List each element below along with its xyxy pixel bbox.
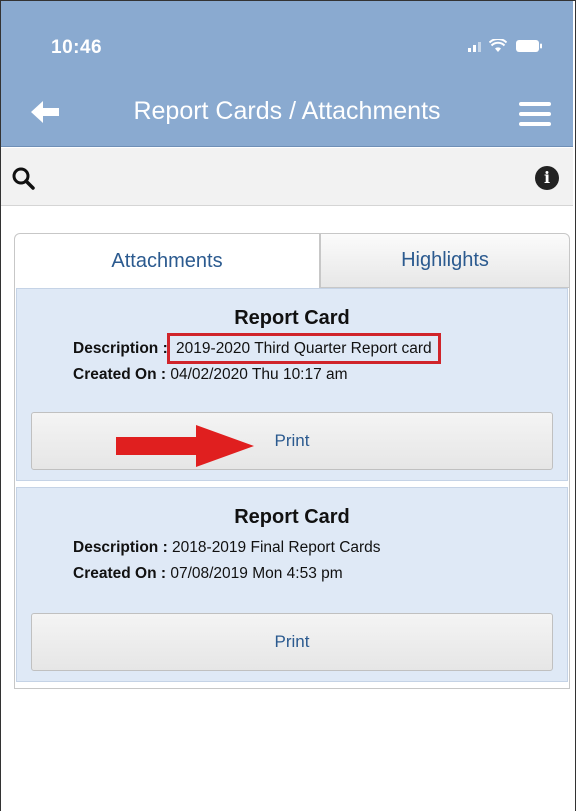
wifi-icon [489,39,507,52]
nav-bar: Report Cards / Attachments [1,71,573,147]
status-time: 10:46 [51,37,103,58]
status-bar: 10:46 [1,1,573,71]
description-label: Description : [73,340,168,357]
print-label: Print [274,632,310,651]
page-title: Report Cards / Attachments [133,97,441,125]
battery-icon [516,40,542,52]
tab-bar: Attachments Highlights [14,233,570,288]
attachment-list: Report Card Description : 2019-2020 Thir… [14,288,570,689]
hamburger-menu-icon[interactable] [519,102,551,126]
card-title: Report Card [234,506,350,528]
created-value: 04/02/2020 Thu 10:17 am [170,366,348,383]
signal-icon [468,40,481,52]
search-icon[interactable] [11,166,35,190]
attachment-card: Report Card Description : 2018-2019 Fina… [16,487,568,682]
created-label: Created On : [73,366,167,383]
status-icons [468,39,543,53]
description-row: Description : 2019-2020 Third Quarter Re… [73,333,553,364]
created-label: Created On : [73,565,167,582]
description-value: 2018-2019 Final Report Cards [172,539,381,556]
created-value: 07/08/2019 Mon 4:53 pm [170,565,343,582]
description-row: Description : 2018-2019 Final Report Car… [73,539,553,557]
red-arrow-annotation [116,425,254,467]
tab-attachments[interactable]: Attachments [14,233,320,288]
created-row: Created On : 04/02/2020 Thu 10:17 am [73,366,553,384]
attachment-card: Report Card Description : 2019-2020 Thir… [16,288,568,481]
description-label: Description : [73,539,168,556]
created-row: Created On : 07/08/2019 Mon 4:53 pm [73,565,553,583]
description-value: 2019-2020 Third Quarter Report card [167,333,441,364]
print-button[interactable]: Print [31,613,553,671]
search-bar: i [1,148,573,206]
attachments-panel: Attachments Highlights Report Card Descr… [14,233,570,689]
print-label: Print [274,431,310,450]
print-button[interactable]: Print [31,412,553,470]
card-title: Report Card [234,307,350,329]
info-icon[interactable]: i [535,166,559,190]
tab-highlights[interactable]: Highlights [320,233,570,288]
